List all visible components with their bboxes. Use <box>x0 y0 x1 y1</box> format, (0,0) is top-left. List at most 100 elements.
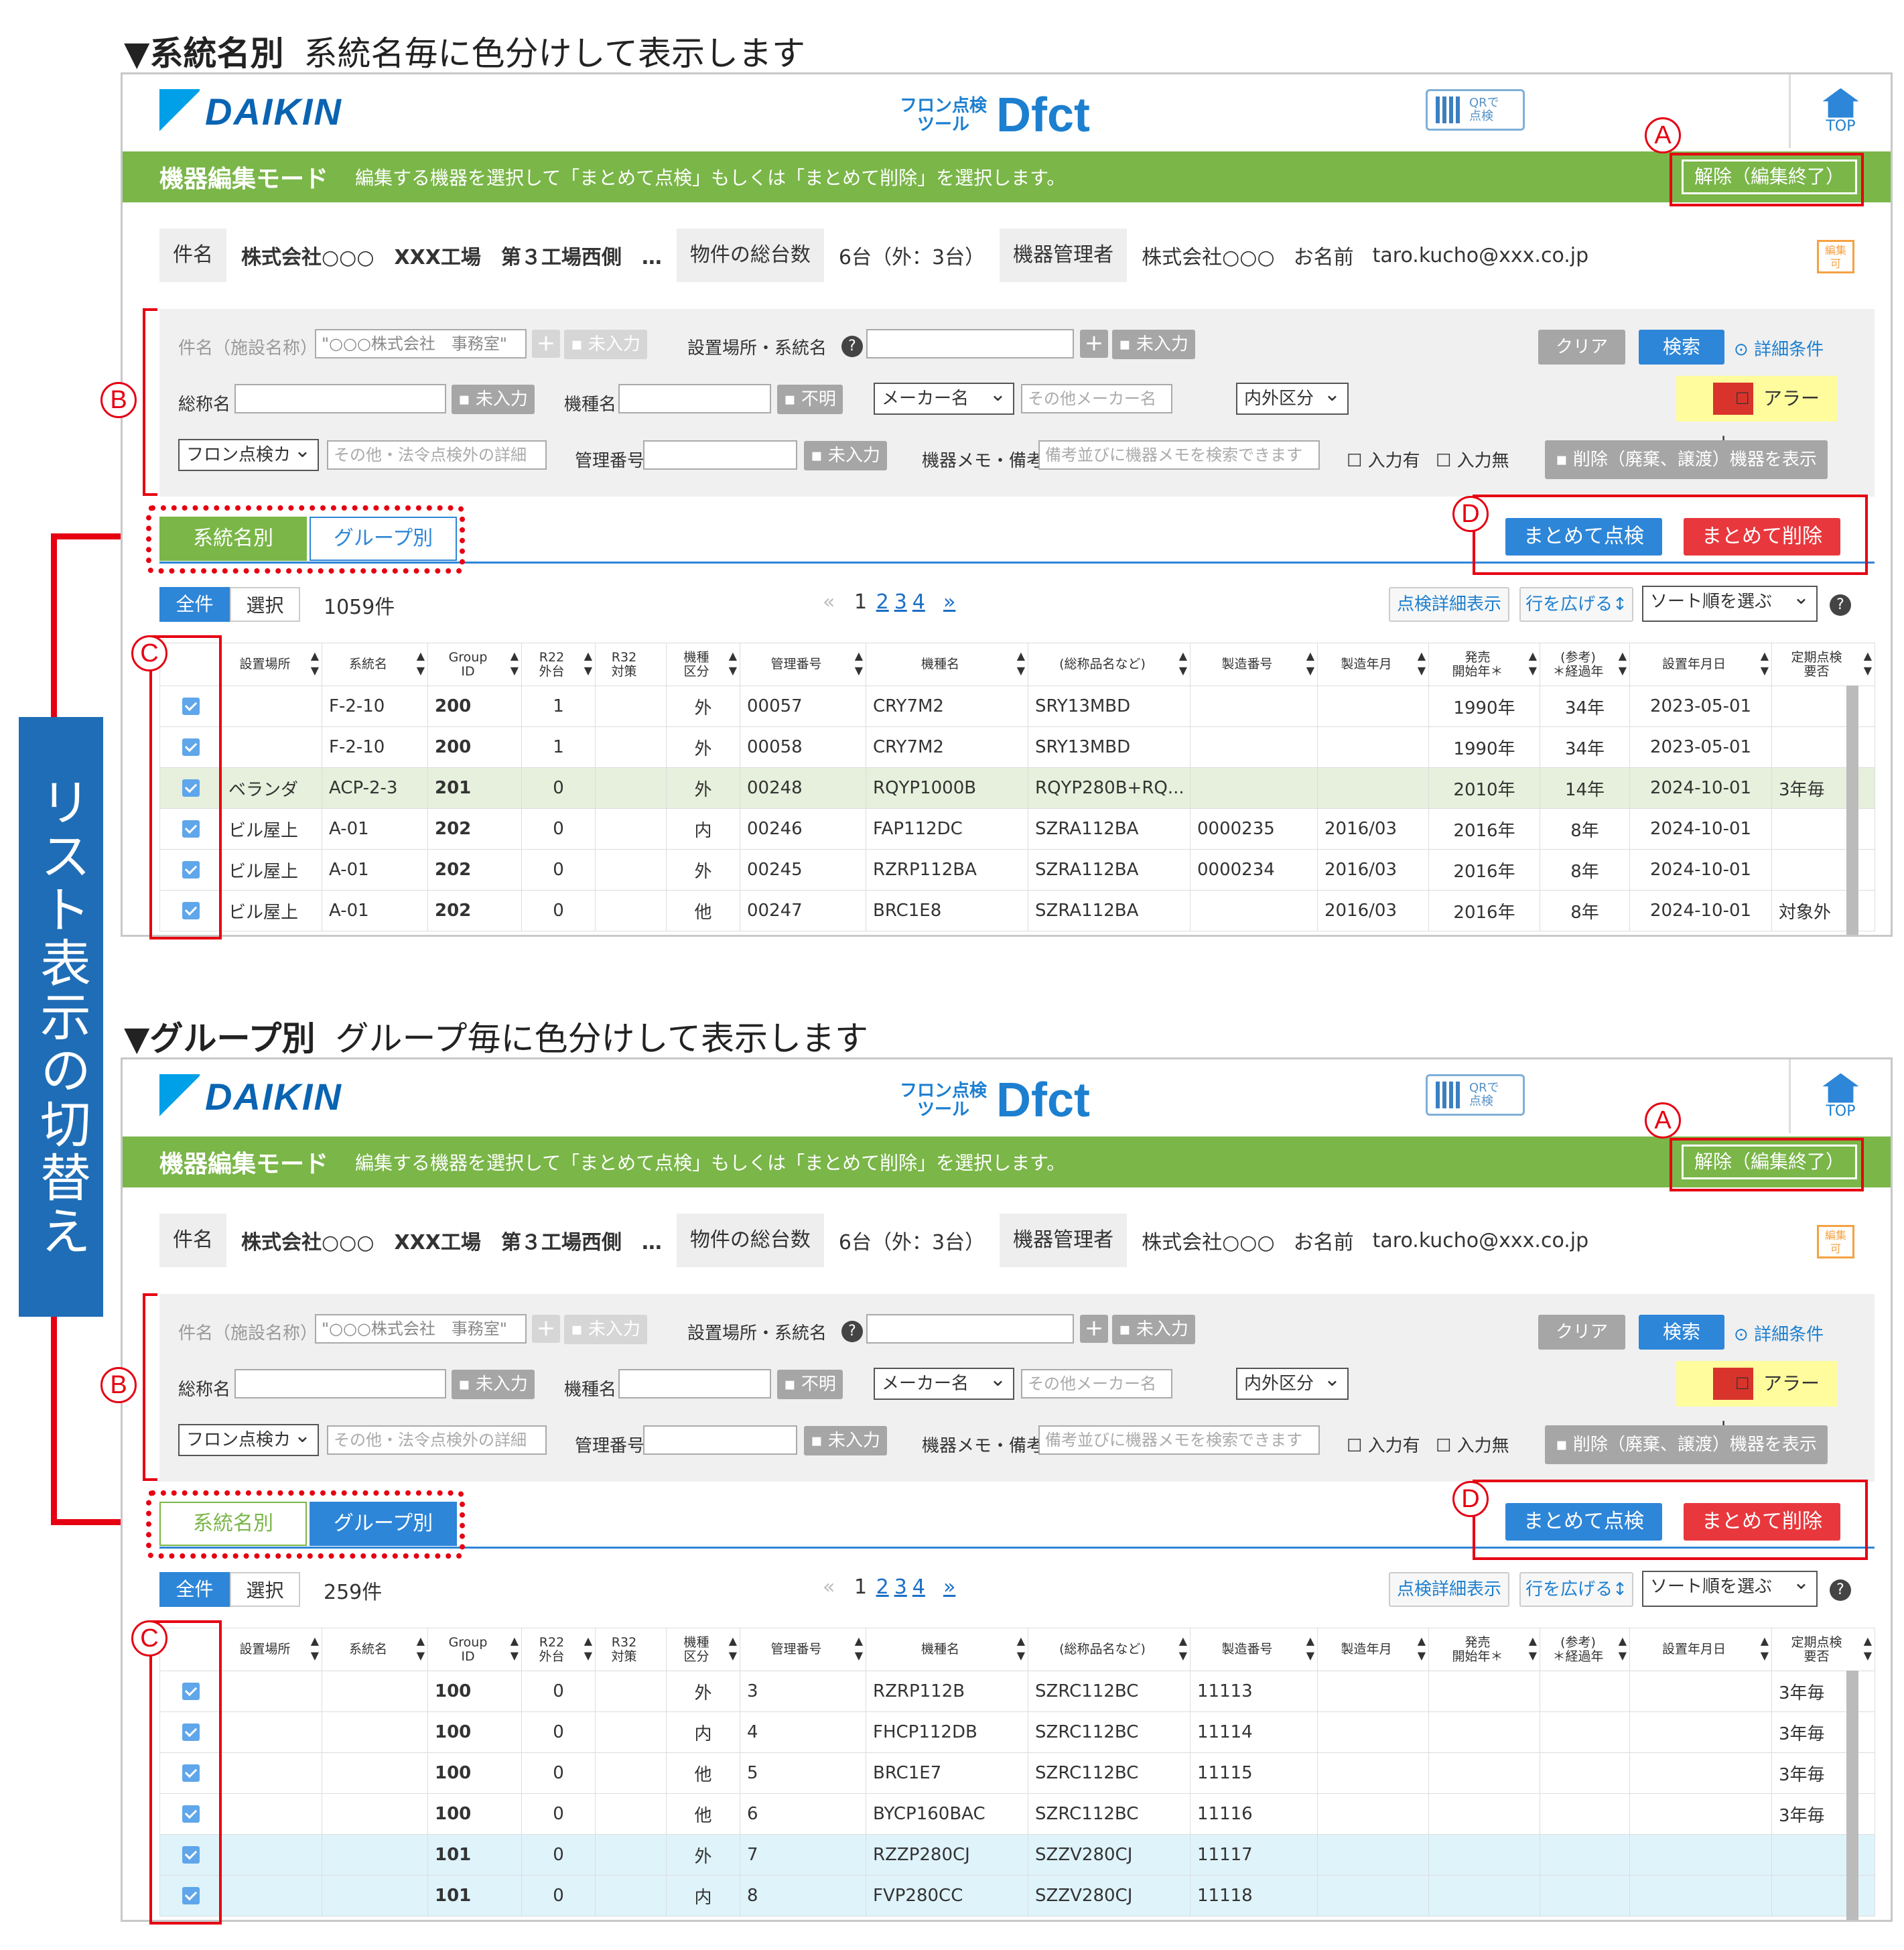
no-input-checkbox[interactable]: ☐ 入力無 <box>1436 1432 1509 1457</box>
facility-unentered-button[interactable]: ▪ 未入力 <box>564 1315 647 1344</box>
select-button[interactable]: 選択 <box>230 1572 300 1607</box>
column-header[interactable]: 定期点検 要否 <box>1771 1628 1875 1671</box>
column-header[interactable]: 機種名 <box>866 643 1028 686</box>
column-header[interactable]: Group ID <box>427 643 522 686</box>
sort-select[interactable]: ソート順を選ぶ <box>1642 1568 1818 1607</box>
column-header[interactable]: R22 外台 <box>521 643 596 686</box>
detail-conditions-link[interactable]: ⊙ 詳細条件 <box>1734 1321 1824 1346</box>
top-home-button[interactable]: TOP <box>1789 1059 1891 1133</box>
help-icon[interactable]: ? <box>841 1321 863 1342</box>
column-header[interactable]: R22 外台 <box>521 1628 596 1671</box>
alert-toggle[interactable]: ☐アラート <box>1676 376 1837 455</box>
sort-select[interactable]: ソート順を選ぶ <box>1642 583 1818 622</box>
memo-input[interactable]: 備考並びに機器メモを検索できます <box>1038 440 1320 470</box>
column-header[interactable]: 製造番号 <box>1190 643 1318 686</box>
column-header[interactable]: (参考) ＊経過年 <box>1540 1628 1630 1671</box>
page-3-link[interactable]: 3 <box>894 1575 907 1599</box>
maker-select[interactable]: メーカー名 <box>874 380 1014 415</box>
table-row[interactable]: 100 0 外 3 RZRP112B SZRC112BC 11113 3年毎 <box>159 1671 1875 1712</box>
table-row[interactable]: 100 0 内 4 FHCP112DB SZRC112BC 11114 3年毎 <box>159 1711 1875 1753</box>
column-header[interactable]: 系統名 <box>322 643 428 686</box>
facility-input[interactable]: "○○○株式会社 事務室" <box>315 329 527 359</box>
facility-input[interactable]: "○○○株式会社 事務室" <box>315 1314 527 1344</box>
facility-add-button[interactable]: + <box>532 330 560 358</box>
maker-select[interactable]: メーカー名 <box>874 1365 1014 1400</box>
column-header[interactable]: 系統名 <box>322 1628 428 1671</box>
page-4-link[interactable]: 4 <box>912 1575 925 1599</box>
clear-button[interactable]: クリア <box>1538 330 1625 365</box>
freon-select[interactable]: フロン点検カ <box>178 436 319 471</box>
location-add-button[interactable]: + <box>1080 330 1108 358</box>
table-row[interactable]: ビル屋上 A-01 202 0 内 00246 FAP112DC SZRA112BA 00002… <box>159 808 1875 850</box>
column-header[interactable]: R32 対策 <box>595 1628 667 1671</box>
column-header[interactable]: 発売 開始年＊ <box>1428 1628 1540 1671</box>
table-row[interactable]: ビル屋上 A-01 202 0 外 00245 RZRP112BA SZRA112BA 0000… <box>159 849 1875 891</box>
location-unentered-button[interactable]: ▪ 未入力 <box>1112 330 1195 359</box>
inspection-detail-button[interactable]: 点検詳細表示 <box>1389 587 1509 622</box>
inspection-detail-button[interactable]: 点検詳細表示 <box>1389 1572 1509 1607</box>
table-row[interactable]: ベランダ ACP-2-3 201 0 外 00248 RQYP1000B RQYP280B+R… <box>159 767 1875 809</box>
column-header[interactable]: 設置場所 <box>221 643 322 686</box>
has-input-checkbox[interactable]: ☐ 入力有 <box>1347 447 1420 472</box>
column-header[interactable]: 製造番号 <box>1190 1628 1318 1671</box>
column-header[interactable]: 製造年月 <box>1317 643 1429 686</box>
detail-conditions-link[interactable]: ⊙ 詳細条件 <box>1734 336 1824 361</box>
model-input[interactable] <box>618 1369 771 1399</box>
page-3-link[interactable]: 3 <box>894 590 907 614</box>
table-row[interactable]: ビル屋上 A-01 202 0 他 00247 BRC1E8 SZRA112BA 2016/03… <box>159 890 1875 931</box>
qr-check-button[interactable]: QRで 点検 <box>1426 89 1525 131</box>
table-scrollbar[interactable] <box>1846 1671 1858 1920</box>
top-home-button[interactable]: TOP <box>1789 74 1891 148</box>
memo-input[interactable]: 備考並びに機器メモを検索できます <box>1038 1425 1320 1455</box>
generic-name-input[interactable] <box>234 1369 446 1399</box>
column-header[interactable]: R32 対策 <box>595 643 667 686</box>
expand-rows-button[interactable]: 行を広げる↕ <box>1519 1572 1633 1607</box>
model-unknown-button[interactable]: ▪ 不明 <box>777 1370 843 1399</box>
help-icon[interactable]: ? <box>1830 1579 1851 1601</box>
alert-toggle[interactable]: ☐アラート <box>1676 1361 1837 1440</box>
mgmt-unentered-button[interactable]: ▪ 未入力 <box>804 1426 887 1455</box>
column-header[interactable]: (総称品名など) <box>1028 643 1191 686</box>
inout-select[interactable]: 内外区分 <box>1236 1365 1349 1400</box>
column-header[interactable]: 管理番号 <box>740 1628 866 1671</box>
page-2-link[interactable]: 2 <box>876 1575 889 1599</box>
mgmt-number-input[interactable] <box>643 440 797 470</box>
other-law-input[interactable]: その他・法令点検外の詳細 <box>327 1425 547 1455</box>
location-input[interactable] <box>866 329 1074 359</box>
column-header[interactable]: 機種 区分 <box>666 643 740 686</box>
qr-check-button[interactable]: QRで 点検 <box>1426 1074 1525 1116</box>
table-row[interactable]: 100 0 他 6 BYCP160BAC SZRC112BC 11116 3年毎 <box>159 1793 1875 1835</box>
page-2-link[interactable]: 2 <box>876 590 889 614</box>
table-row[interactable]: 101 0 外 7 RZZP280CJ SZZV280CJ 11117 <box>159 1834 1875 1876</box>
column-header[interactable]: 定期点検 要否 <box>1771 643 1875 686</box>
column-header[interactable]: 設置年月日 <box>1629 643 1772 686</box>
mgmt-number-input[interactable] <box>643 1425 797 1455</box>
table-scrollbar[interactable] <box>1846 686 1858 935</box>
help-icon[interactable]: ? <box>1830 594 1851 616</box>
facility-add-button[interactable]: + <box>532 1315 560 1343</box>
show-deleted-button[interactable]: ▪ 削除（廃棄、譲渡）機器を表示 <box>1545 1425 1828 1464</box>
select-button[interactable]: 選択 <box>230 587 300 622</box>
column-header[interactable]: (総称品名など) <box>1028 1628 1191 1671</box>
other-maker-input[interactable]: その他メーカー名 <box>1021 384 1172 413</box>
generic-name-input[interactable] <box>234 384 446 413</box>
next-page-link[interactable]: » <box>943 590 955 614</box>
model-unknown-button[interactable]: ▪ 不明 <box>777 385 843 414</box>
column-header[interactable]: 機種名 <box>866 1628 1028 1671</box>
column-header[interactable]: (参考) ＊経過年 <box>1540 643 1630 686</box>
expand-rows-button[interactable]: 行を広げる↕ <box>1519 587 1633 622</box>
column-header[interactable]: Group ID <box>427 1628 522 1671</box>
location-input[interactable] <box>866 1314 1074 1344</box>
other-maker-input[interactable]: その他メーカー名 <box>1021 1369 1172 1399</box>
search-button[interactable]: 検索 <box>1639 1315 1724 1350</box>
column-header[interactable]: 発売 開始年＊ <box>1428 643 1540 686</box>
help-icon[interactable]: ? <box>841 336 863 357</box>
model-input[interactable] <box>618 384 771 413</box>
generic-unentered-button[interactable]: ▪ 未入力 <box>452 385 535 414</box>
table-row[interactable]: F-2-10 200 1 外 00057 CRY7M2 SRY13MBD 1990年 34年 20… <box>159 686 1875 727</box>
inout-select[interactable]: 内外区分 <box>1236 380 1349 415</box>
column-header[interactable]: 機種 区分 <box>666 1628 740 1671</box>
next-page-link[interactable]: » <box>943 1575 955 1599</box>
column-header[interactable]: 製造年月 <box>1317 1628 1429 1671</box>
table-row[interactable]: F-2-10 200 1 外 00058 CRY7M2 SRY13MBD 1990年 34年 20… <box>159 726 1875 768</box>
